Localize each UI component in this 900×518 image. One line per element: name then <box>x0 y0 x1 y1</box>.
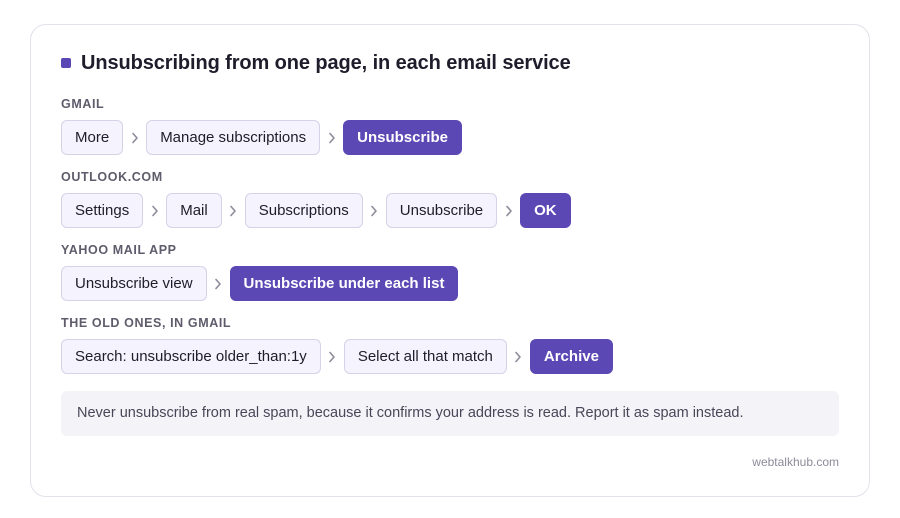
chevron-right-icon <box>363 193 386 228</box>
step-list: Search: unsubscribe older_than:1y Select… <box>61 339 613 374</box>
title-row: Unsubscribing from one page, in each ema… <box>61 51 571 75</box>
step-list: Settings Mail Subscriptions Unsubscribe … <box>61 193 571 228</box>
chevron-right-icon <box>507 339 530 374</box>
section-label: GMAIL <box>61 97 105 111</box>
section-outlook: OUTLOOK.COM Settings Mail Subscriptions … <box>61 170 571 228</box>
step-button[interactable]: More <box>61 120 124 155</box>
chevron-right-icon <box>143 193 166 228</box>
step-button[interactable]: Manage subscriptions <box>146 120 321 155</box>
step-button[interactable]: Settings <box>61 193 144 228</box>
footer-site: webtalkhub.com <box>752 455 839 469</box>
step-button[interactable]: Mail <box>166 193 222 228</box>
step-button[interactable]: Select all that match <box>343 339 507 374</box>
section-gmail: GMAIL More Manage subscriptions Unsubscr… <box>61 97 462 155</box>
guide-card: Unsubscribing from one page, in each ema… <box>30 24 870 497</box>
step-list: Unsubscribe view Unsubscribe under each … <box>61 266 459 301</box>
step-button[interactable]: Unsubscribe <box>385 193 498 228</box>
section-label: YAHOO MAIL APP <box>61 243 177 257</box>
chevron-right-icon <box>321 339 344 374</box>
step-list: More Manage subscriptions Unsubscribe <box>61 120 462 155</box>
chevron-right-icon <box>123 120 146 155</box>
chevron-right-icon <box>207 266 230 301</box>
step-button[interactable]: Subscriptions <box>244 193 363 228</box>
chevron-right-icon <box>222 193 245 228</box>
step-button[interactable]: Unsubscribe view <box>61 266 207 301</box>
chevron-right-icon <box>320 120 343 155</box>
unsubscribe-each-list-button[interactable]: Unsubscribe under each list <box>229 266 459 301</box>
section-yahoo: YAHOO MAIL APP Unsubscribe view Unsubscr… <box>61 243 459 301</box>
unsubscribe-button[interactable]: Unsubscribe <box>343 120 462 155</box>
square-bullet-icon <box>61 58 71 68</box>
search-query-step[interactable]: Search: unsubscribe older_than:1y <box>61 339 321 374</box>
section-old-gmail: THE OLD ONES, IN GMAIL Search: unsubscri… <box>61 316 613 374</box>
ok-button[interactable]: OK <box>520 193 571 228</box>
spam-warning-note: Never unsubscribe from real spam, becaus… <box>61 391 839 436</box>
archive-button[interactable]: Archive <box>529 339 613 374</box>
section-label: OUTLOOK.COM <box>61 170 163 184</box>
section-label: THE OLD ONES, IN GMAIL <box>61 316 232 330</box>
card-title: Unsubscribing from one page, in each ema… <box>81 51 571 74</box>
chevron-right-icon <box>497 193 520 228</box>
